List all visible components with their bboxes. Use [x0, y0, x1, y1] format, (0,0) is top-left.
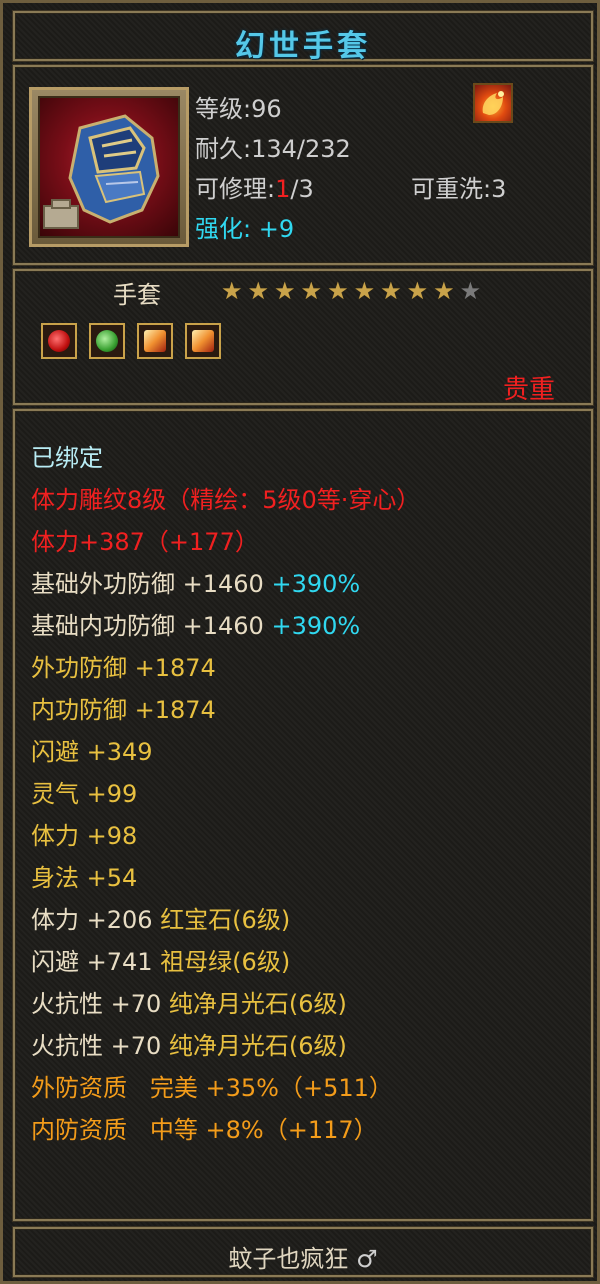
aptitude-grade: 中等	[149, 1116, 198, 1144]
base-ext-def-value: +1460	[182, 570, 264, 598]
gem-name: 祖母绿(6级)	[160, 948, 291, 976]
base-int-def-bonus: +390%	[271, 612, 361, 640]
aptitude-bonus: +35%（+511）	[205, 1074, 393, 1102]
enhance-line: 强化: +9	[195, 209, 294, 244]
base-ext-def-line: 基础外功防御 +1460 +390%	[31, 569, 360, 599]
engrave-line: 体力雕纹8级（精绘：5级0等·穿心）	[31, 486, 421, 514]
int-def-line: 内功防御 +1874	[31, 696, 216, 724]
agility-line: 身法 +54	[31, 864, 138, 892]
aptitude-bonus: +8%（+117）	[205, 1116, 378, 1144]
dodge-line: 闪避 +349	[31, 738, 153, 766]
gem-line: 火抗性 +70 纯净月光石(6级)	[31, 1031, 347, 1061]
repair-label: 可修理:	[195, 175, 276, 203]
base-int-def-label: 基础内功防御	[31, 612, 175, 640]
owner-line: 蚊子也疯狂 ♂	[15, 1239, 591, 1274]
male-symbol-icon: ♂	[356, 1245, 378, 1273]
rewash-value: 3	[491, 175, 507, 203]
gem-stat: 体力 +206	[31, 906, 153, 934]
rewash-line: 可重洗:3	[411, 169, 506, 204]
repair-max: /3	[290, 175, 314, 203]
owner-name: 蚊子也疯狂	[228, 1245, 349, 1273]
gem-name: 纯净月光石(6级)	[168, 1032, 347, 1060]
star-filled-icon: ★	[406, 277, 429, 305]
star-filled-icon: ★	[300, 277, 323, 305]
level-label: 等级:	[195, 95, 252, 123]
gem-line: 火抗性 +70 纯净月光石(6级)	[31, 989, 347, 1019]
aptitude-line: 内防资质 中等 +8%（+117）	[31, 1115, 378, 1145]
rewash-label: 可重洗:	[411, 175, 492, 203]
gem-stat: 火抗性 +70	[31, 1032, 162, 1060]
spirit-line: 灵气 +99	[31, 780, 138, 808]
star-filled-icon: ★	[221, 277, 243, 305]
star-filled-icon: ★	[353, 277, 376, 305]
stamina-main-line: 体力+387（+177）	[31, 528, 259, 556]
durability-value: 134/232	[251, 135, 351, 163]
rarity-label: 贵重	[502, 375, 555, 405]
item-tooltip: 幻世手套 等级:96 耐久:134/232 可修理:1/3 可重洗:3 强化: …	[0, 0, 600, 1284]
gauntlet-icon	[38, 96, 180, 238]
gem-name: 红宝石(6级)	[160, 906, 291, 934]
green-gem-icon	[89, 323, 125, 359]
moonstone-icon	[185, 323, 221, 359]
durability-line: 耐久:134/232	[195, 129, 351, 164]
base-ext-def-label: 基础外功防御	[31, 570, 175, 598]
header-panel: 等级:96 耐久:134/232 可修理:1/3 可重洗:3 强化: +9	[13, 65, 593, 265]
aptitude-label: 外防资质	[31, 1074, 127, 1102]
star-filled-icon: ★	[247, 277, 270, 305]
aptitude-grade: 完美	[149, 1074, 198, 1102]
item-title: 幻世手套	[235, 29, 371, 64]
aptitude-label: 内防资质	[31, 1116, 127, 1144]
moonstone-icon	[137, 323, 173, 359]
star-filled-icon: ★	[274, 277, 296, 305]
enhance-label: 强化:	[195, 215, 252, 243]
item-type: 手套	[113, 281, 161, 309]
star-filled-icon: ★	[433, 277, 455, 305]
level-value: 96	[251, 95, 282, 123]
gem-line: 闪避 +741 祖母绿(6级)	[31, 947, 290, 977]
star-empty-icon: ★	[459, 277, 482, 305]
level-line: 等级:96	[195, 89, 282, 124]
title-bar: 幻世手套	[13, 11, 593, 64]
base-ext-def-bonus: +390%	[271, 570, 361, 598]
repair-line: 可修理:1/3	[195, 169, 314, 204]
ext-def-line: 外功防御 +1874	[31, 654, 216, 682]
base-int-def-line: 基础内功防御 +1460 +390%	[31, 611, 360, 641]
bound-status: 已绑定	[31, 444, 103, 472]
base-int-def-value: +1460	[182, 612, 264, 640]
durability-label: 耐久:	[195, 135, 252, 163]
star-filled-icon: ★	[327, 277, 349, 305]
aptitude-line: 外防资质 完美 +35%（+511）	[31, 1073, 393, 1103]
star-rating: ★ ★ ★ ★ ★ ★ ★ ★ ★ ★	[221, 279, 486, 303]
type-panel: 手套 ★ ★ ★ ★ ★ ★ ★ ★ ★ ★ 贵重	[13, 269, 593, 405]
stamina-line: 体力 +98	[31, 822, 138, 850]
gem-stat: 火抗性 +70	[31, 990, 162, 1018]
repair-current: 1	[275, 175, 291, 203]
gem-name: 纯净月光石(6级)	[168, 990, 347, 1018]
star-filled-icon: ★	[380, 277, 402, 305]
gem-line: 体力 +206 红宝石(6级)	[31, 905, 290, 935]
item-icon-frame	[29, 87, 189, 247]
attributes-panel: 已绑定 体力雕纹8级（精绘：5级0等·穿心） 体力+387（+177） 基础外功…	[13, 409, 593, 1221]
fire-phoenix-icon	[473, 83, 513, 123]
gem-stat: 闪避 +741	[31, 948, 153, 976]
red-gem-icon	[41, 323, 77, 359]
footer-panel: 蚊子也疯狂 ♂	[13, 1227, 593, 1277]
enhance-value: +9	[258, 215, 295, 243]
